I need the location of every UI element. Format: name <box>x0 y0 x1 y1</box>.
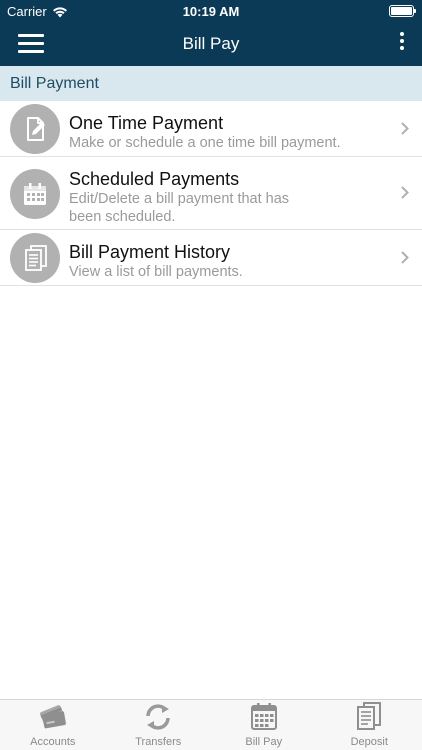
tab-bill-pay[interactable]: Bill Pay <box>211 700 317 750</box>
tab-transfers[interactable]: Transfers <box>106 700 212 750</box>
item-title: Scheduled Payments <box>69 169 240 189</box>
chevron-right-icon <box>401 251 409 264</box>
item-subtitle-line-1: Edit/Delete a bill payment that has <box>69 191 290 207</box>
status-time: 10:19 AM <box>182 4 240 19</box>
status-bar: Carrier 10:19 AM <box>0 0 422 22</box>
tab-label: Transfers <box>135 736 182 748</box>
battery-full-icon <box>389 5 416 17</box>
item-title: Bill Payment History <box>69 242 231 262</box>
more-vertical-icon[interactable] <box>396 32 408 56</box>
item-subtitle: View a list of bill payments. <box>69 264 243 280</box>
chevron-right-icon <box>401 186 409 199</box>
item-subtitle-line-2: been scheduled. <box>69 209 176 225</box>
item-title: One Time Payment <box>69 113 224 133</box>
tab-label: Deposit <box>350 736 388 748</box>
section-header: Bill Payment <box>0 66 422 101</box>
list-item-scheduled-payments[interactable]: Scheduled Payments Edit/Delete a bill pa… <box>0 157 422 230</box>
chevron-right-icon <box>401 122 409 135</box>
tab-label: Bill Pay <box>245 736 283 748</box>
item-subtitle: Make or schedule a one time bill payment… <box>69 135 341 151</box>
check-deposit-icon <box>357 702 382 730</box>
calendar-icon <box>10 169 60 219</box>
pencil-document-icon <box>10 104 60 154</box>
bill-payment-list: One Time Payment Make or schedule a one … <box>0 101 422 286</box>
tab-deposit[interactable]: Deposit <box>317 700 422 750</box>
tab-label: Accounts <box>30 736 76 748</box>
tab-bar: Accounts Transfers Bill Pay Deposit <box>0 699 422 750</box>
document-list-icon <box>10 233 60 283</box>
refresh-arrows-icon <box>146 704 170 730</box>
nav-bar: Bill Pay <box>0 22 422 66</box>
list-item-bill-payment-history[interactable]: Bill Payment History View a list of bill… <box>0 230 422 286</box>
calendar-icon <box>250 703 277 730</box>
cards-icon <box>39 705 66 729</box>
tab-accounts[interactable]: Accounts <box>0 700 106 750</box>
page-title: Bill Pay <box>182 34 240 53</box>
list-item-one-time-payment[interactable]: One Time Payment Make or schedule a one … <box>0 101 422 157</box>
